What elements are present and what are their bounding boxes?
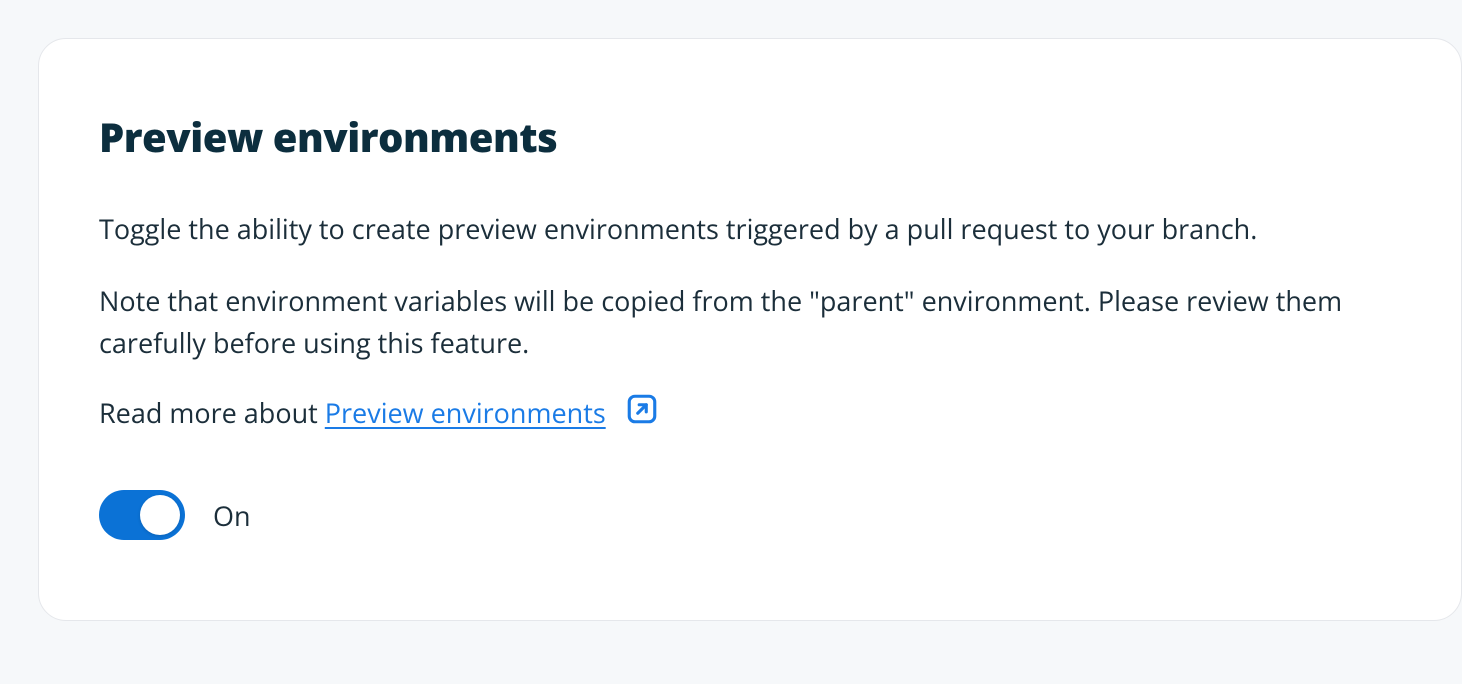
preview-environments-card: Preview environments Toggle the ability … [38, 38, 1462, 621]
readmore-prefix: Read more about [99, 394, 325, 431]
toggle-row: On [99, 490, 1401, 540]
card-description-2: Note that environment variables will be … [99, 280, 1401, 364]
readmore-link[interactable]: Preview environments [325, 394, 606, 431]
preview-environments-toggle[interactable] [99, 490, 185, 540]
readmore-line: Read more about Preview environments [99, 394, 1401, 437]
external-link-icon [625, 392, 659, 434]
card-title: Preview environments [99, 109, 1401, 164]
toggle-knob [140, 495, 180, 535]
card-description-1: Toggle the ability to create preview env… [99, 208, 1401, 250]
toggle-state-label: On [213, 497, 251, 534]
